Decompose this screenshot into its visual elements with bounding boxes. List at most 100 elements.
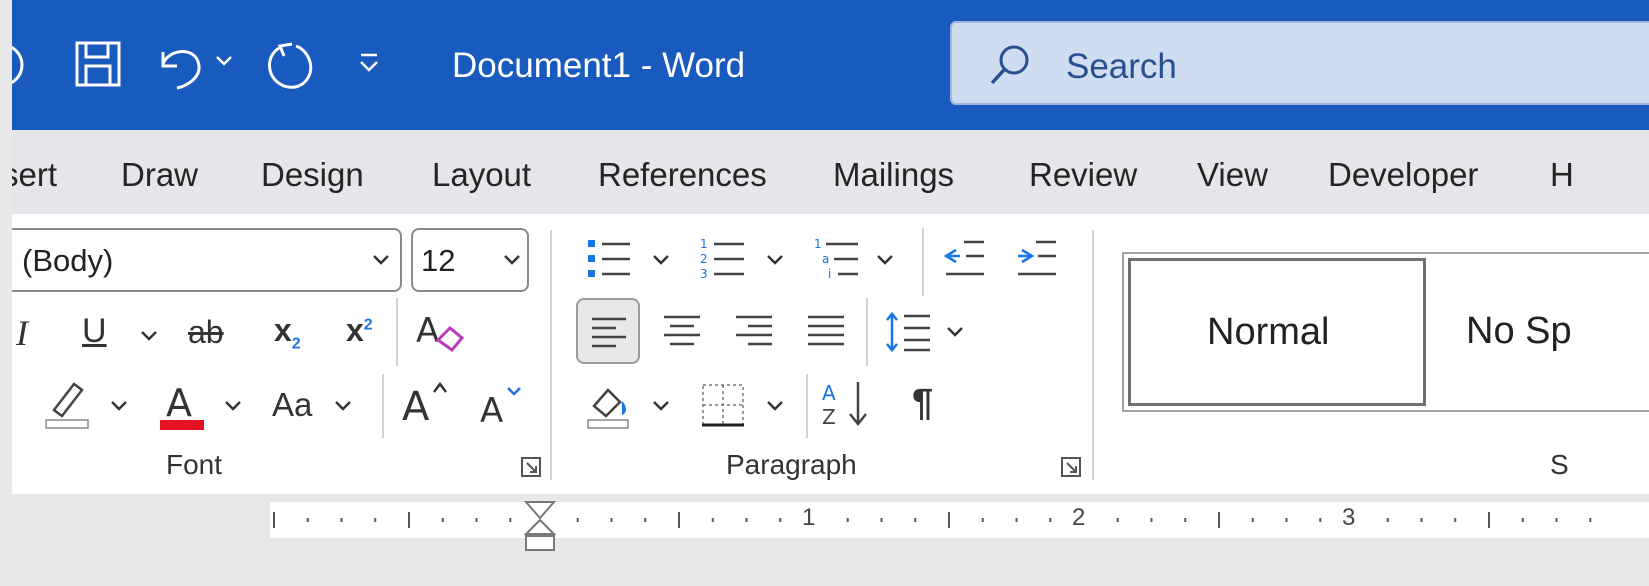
undo-icon[interactable]	[157, 38, 207, 93]
align-left-button[interactable]	[576, 298, 640, 364]
style-normal[interactable]: Normal	[1128, 258, 1426, 406]
tab-view[interactable]: View	[1197, 156, 1268, 194]
tab-mailings[interactable]: Mailings	[833, 156, 954, 194]
ribbon-tabs: sert Draw Design Layout References Maili…	[12, 130, 1649, 214]
document-title: Document1 - Word	[452, 46, 746, 85]
tab-review[interactable]: Review	[1029, 156, 1137, 194]
styles-gallery: Normal No Sp	[1122, 252, 1649, 412]
undo-dropdown-icon[interactable]	[215, 55, 233, 67]
tab-developer[interactable]: Developer	[1328, 156, 1478, 194]
svg-text:A: A	[822, 381, 836, 405]
font-color-dropdown-icon[interactable]	[224, 400, 242, 412]
styles-group-label: S	[1550, 449, 1569, 480]
tab-design[interactable]: Design	[261, 156, 364, 194]
separator	[382, 374, 384, 438]
ruler-number: 2	[1072, 504, 1086, 531]
horizontal-ruler: 1 2 3	[270, 502, 1649, 538]
ruler-number: 1	[802, 504, 816, 531]
font-color-icon[interactable]: A	[158, 376, 208, 432]
title-bar: f Document1 - Word Search	[12, 0, 1649, 130]
search-placeholder: Search	[1066, 47, 1177, 86]
svg-text:1: 1	[700, 237, 708, 251]
style-normal-label: Normal	[1207, 311, 1330, 353]
italic-icon[interactable]: I	[16, 312, 28, 354]
line-spacing-icon[interactable]	[884, 310, 934, 354]
sort-icon[interactable]: A Z	[820, 378, 874, 430]
ribbon: (Body) 12 I U ab x2 x2 A A Aa A A Font 1…	[12, 214, 1649, 494]
shading-dropdown-icon[interactable]	[652, 400, 670, 412]
show-formatting-marks-icon[interactable]: ¶	[912, 382, 933, 425]
tab-draw[interactable]: Draw	[121, 156, 198, 194]
align-center-icon[interactable]	[662, 314, 702, 348]
font-size-combo[interactable]: 12	[411, 228, 529, 292]
align-left-icon	[592, 317, 626, 348]
separator	[806, 374, 808, 438]
customize-toolbar-icon[interactable]	[358, 52, 380, 74]
tab-insert[interactable]: sert	[12, 156, 57, 194]
save-icon[interactable]	[74, 40, 124, 90]
svg-text:3: 3	[700, 267, 708, 281]
increase-indent-icon[interactable]	[1014, 238, 1060, 280]
line-spacing-dropdown-icon[interactable]	[946, 326, 964, 338]
font-group-label: Font	[166, 449, 223, 480]
underline-icon[interactable]: U	[82, 312, 107, 351]
chevron-down-icon	[504, 255, 520, 265]
group-separator	[1092, 230, 1094, 480]
svg-text:A: A	[166, 381, 192, 425]
borders-icon[interactable]	[700, 382, 746, 428]
shrink-font-icon[interactable]: A	[478, 382, 528, 428]
separator	[922, 228, 924, 296]
font-size-value: 12	[421, 243, 456, 278]
tab-layout[interactable]: Layout	[432, 156, 531, 194]
highlight-dropdown-icon[interactable]	[110, 400, 128, 412]
ruler-ticks	[273, 512, 1592, 528]
paragraph-group-label: Paragraph	[726, 449, 857, 480]
ruler-area: 1 2 3	[12, 494, 1649, 586]
change-case-dropdown-icon[interactable]	[334, 400, 352, 412]
svg-text:A: A	[402, 384, 430, 428]
numbering-dropdown-icon[interactable]	[766, 254, 784, 266]
multilevel-dropdown-icon[interactable]	[876, 254, 894, 266]
paragraph-dialog-launcher-icon[interactable]	[1060, 456, 1082, 478]
clear-formatting-icon[interactable]: A	[414, 306, 466, 358]
group-separator	[550, 230, 552, 480]
subscript-icon[interactable]: x2	[274, 312, 301, 353]
tab-help[interactable]: H	[1550, 156, 1574, 194]
separator	[396, 298, 398, 366]
svg-text:2: 2	[700, 252, 708, 266]
superscript-icon[interactable]: x2	[346, 312, 373, 349]
separator	[866, 298, 868, 366]
font-name-value: (Body)	[22, 243, 114, 278]
borders-dropdown-icon[interactable]	[766, 400, 784, 412]
justify-icon[interactable]	[806, 314, 846, 348]
style-no-spacing-label[interactable]: No Sp	[1466, 310, 1572, 353]
numbering-icon[interactable]: 123	[700, 236, 748, 282]
search-box[interactable]: Search	[950, 21, 1649, 105]
font-name-combo[interactable]: (Body)	[12, 228, 402, 292]
autosave-icon[interactable]: f	[12, 40, 42, 90]
highlight-icon[interactable]	[44, 374, 94, 430]
bullets-dropdown-icon[interactable]	[652, 254, 670, 266]
strikethrough-icon[interactable]: ab	[188, 314, 224, 351]
underline-dropdown-icon[interactable]	[140, 330, 158, 342]
ruler-number: 3	[1342, 504, 1356, 531]
multilevel-list-icon[interactable]: 1ai	[814, 236, 862, 282]
svg-text:A: A	[416, 311, 439, 351]
shading-icon[interactable]	[586, 380, 634, 430]
indent-marker-icon[interactable]	[522, 500, 558, 560]
change-case-button[interactable]: Aa	[272, 386, 312, 424]
decrease-indent-icon[interactable]	[942, 238, 988, 280]
svg-text:a: a	[822, 252, 829, 266]
grow-font-icon[interactable]: A	[400, 378, 454, 428]
redo-icon[interactable]	[262, 38, 316, 93]
svg-text:A: A	[480, 391, 503, 428]
search-icon	[990, 45, 1029, 85]
bullets-icon[interactable]	[586, 236, 634, 282]
chevron-down-icon	[373, 255, 389, 265]
tab-references[interactable]: References	[598, 156, 767, 194]
svg-text:Z: Z	[822, 405, 836, 429]
font-dialog-launcher-icon[interactable]	[520, 456, 542, 478]
svg-text:1: 1	[814, 237, 822, 251]
align-right-icon[interactable]	[734, 314, 774, 348]
svg-text:i: i	[828, 267, 831, 281]
